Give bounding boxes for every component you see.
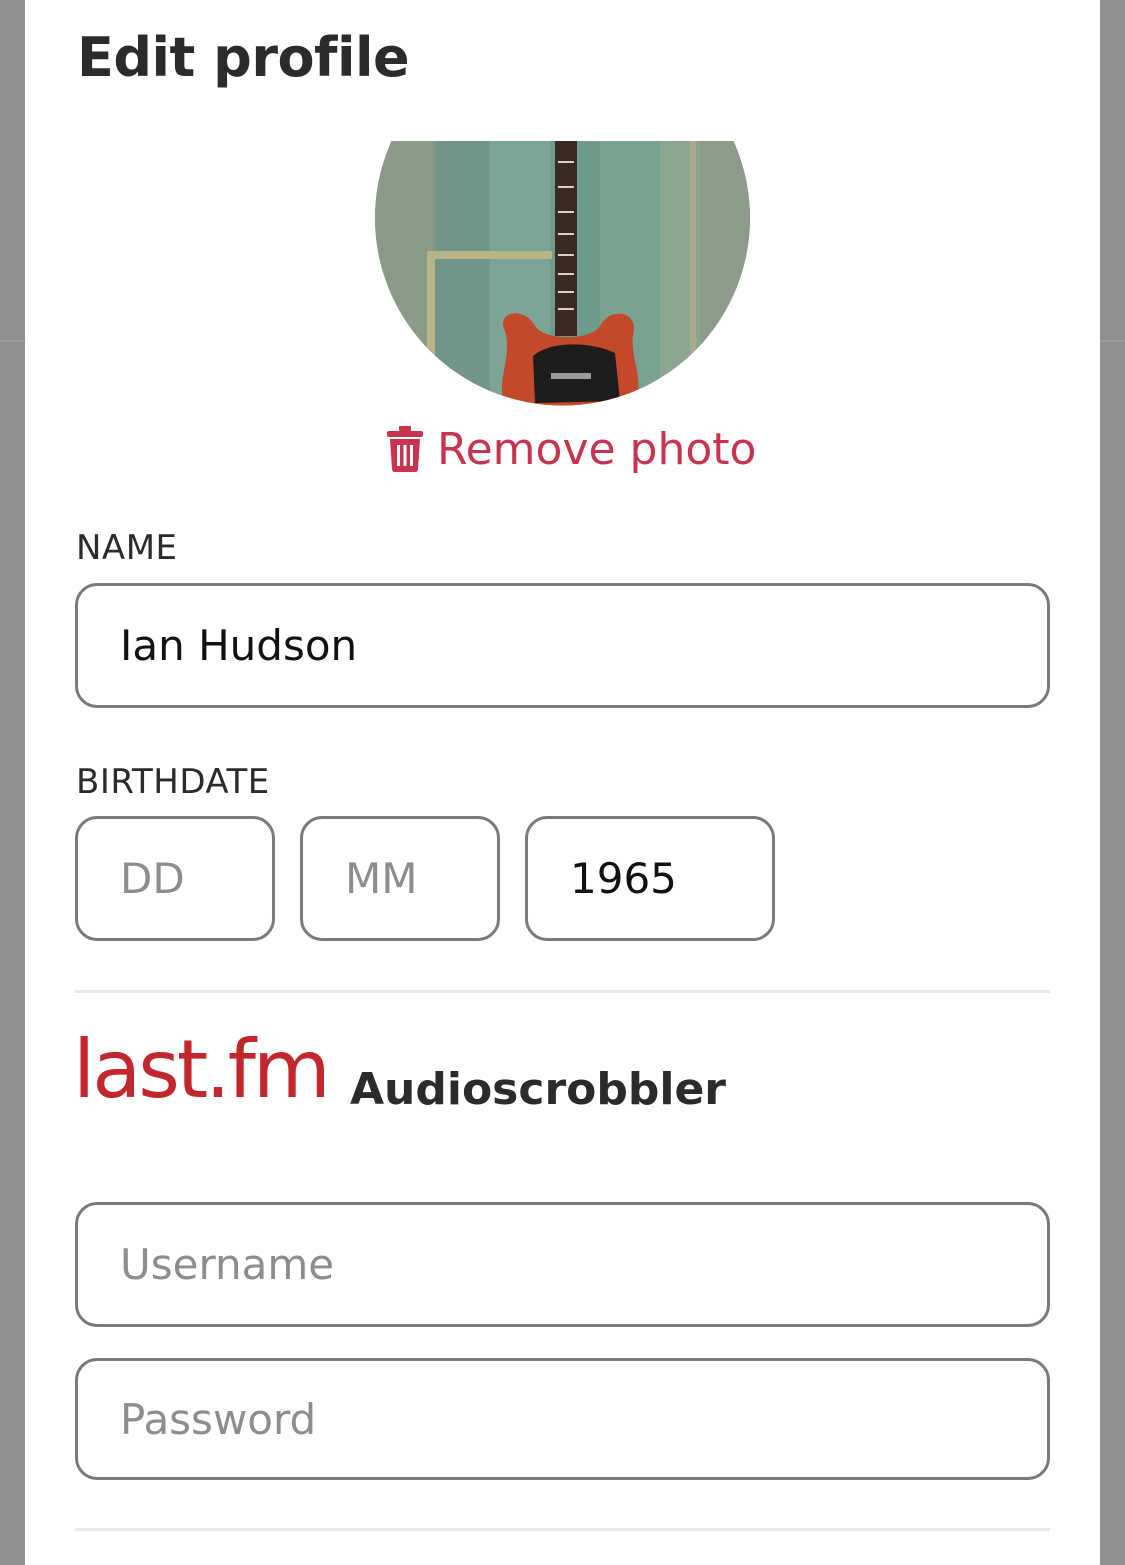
birthdate-month-placeholder: MM [345,854,418,903]
backdrop-divider-right [1100,340,1125,342]
lastfm-username-input[interactable]: Username [75,1202,1050,1327]
password-placeholder: Password [120,1394,317,1444]
backdrop-divider-left [0,340,25,342]
lastfm-password-input[interactable]: Password [75,1358,1050,1480]
birthdate-year-value: 1965 [570,854,677,903]
birthdate-label: BIRTHDATE [76,762,270,802]
birthdate-day-input[interactable]: DD [75,816,275,941]
page-title: Edit profile [77,26,410,89]
lastfm-logo: last.fm [73,1023,331,1116]
birthdate-year-input[interactable]: 1965 [525,816,775,941]
audioscrobbler-label: Audioscrobbler [350,1064,726,1115]
trash-icon [387,426,423,472]
remove-photo-button[interactable]: Remove photo [387,420,756,478]
section-divider-bottom [75,1528,1050,1531]
name-input[interactable]: Ian Hudson [75,583,1050,708]
name-input-value: Ian Hudson [120,621,358,670]
avatar[interactable] [375,141,750,411]
name-label: NAME [76,528,178,568]
section-divider [75,990,1050,993]
birthdate-day-placeholder: DD [120,854,185,903]
birthdate-month-input[interactable]: MM [300,816,500,941]
avatar-photo [375,141,750,406]
edit-profile-sheet: Edit profile Remove photo NAME Ian Hudso… [25,0,1100,1565]
remove-photo-label: Remove photo [437,423,757,475]
username-placeholder: Username [120,1240,335,1289]
